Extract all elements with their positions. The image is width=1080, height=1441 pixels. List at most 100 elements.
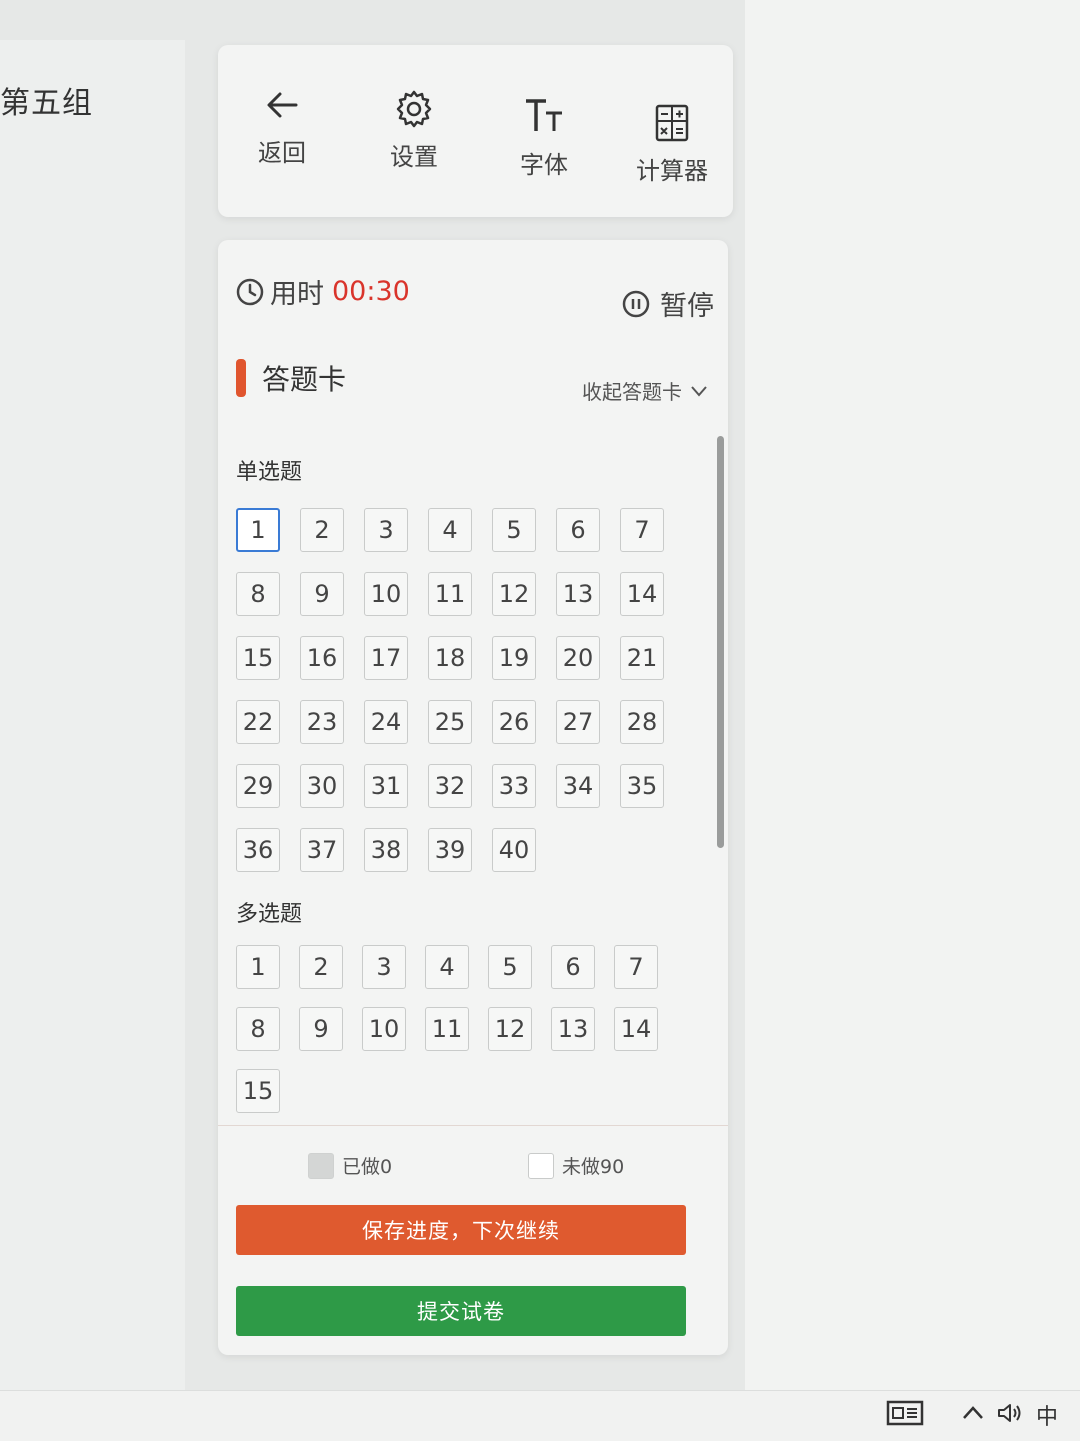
settings-label: 设置: [390, 143, 438, 171]
single-question-35-button[interactable]: 35: [620, 764, 664, 808]
single-question-1-button[interactable]: 1: [236, 508, 280, 552]
multi-question-10-button[interactable]: 10: [362, 1007, 406, 1051]
multi-question-8-button[interactable]: 8: [236, 1007, 280, 1051]
single-question-5-button[interactable]: 5: [492, 508, 536, 552]
timer-label: 用时: [270, 279, 324, 310]
legend-todo-label: 未做90: [562, 1156, 625, 1178]
single-question-21-button[interactable]: 21: [620, 636, 664, 680]
divider: [218, 1125, 728, 1126]
single-question-34-button[interactable]: 34: [556, 764, 600, 808]
multi-question-11-button[interactable]: 11: [425, 1007, 469, 1051]
chevron-down-icon: [691, 385, 707, 397]
font-label: 字体: [520, 151, 568, 179]
single-question-16-button[interactable]: 16: [300, 636, 344, 680]
single-question-37-button[interactable]: 37: [300, 828, 344, 872]
single-question-2-button[interactable]: 2: [300, 508, 344, 552]
single-question-26-button[interactable]: 26: [492, 700, 536, 744]
legend-todo-swatch: [528, 1152, 554, 1179]
single-question-38-button[interactable]: 38: [364, 828, 408, 872]
background-right-panel: [745, 0, 1080, 1390]
single-question-12-button[interactable]: 12: [492, 572, 536, 616]
title-accent-bar: [236, 359, 246, 397]
single-question-23-button[interactable]: 23: [300, 700, 344, 744]
single-question-10-button[interactable]: 10: [364, 572, 408, 616]
font-button[interactable]: 字体: [494, 95, 594, 180]
collapse-answer-sheet-button[interactable]: 收起答题卡: [582, 376, 708, 405]
input-panel-icon[interactable]: [886, 1399, 924, 1427]
gear-icon: [396, 90, 432, 128]
single-question-33-button[interactable]: 33: [492, 764, 536, 808]
calculator-button[interactable]: 计算器: [622, 101, 722, 186]
font-size-icon: [526, 99, 562, 131]
single-question-17-button[interactable]: 17: [364, 636, 408, 680]
single-question-25-button[interactable]: 25: [428, 700, 472, 744]
single-question-39-button[interactable]: 39: [428, 828, 472, 872]
single-question-4-button[interactable]: 4: [428, 508, 472, 552]
save-progress-button[interactable]: 保存进度，下次继续: [236, 1205, 686, 1255]
multi-question-5-button[interactable]: 5: [488, 945, 532, 989]
single-question-20-button[interactable]: 20: [556, 636, 600, 680]
clock-icon: [236, 278, 264, 305]
single-question-14-button[interactable]: 14: [620, 572, 664, 616]
taskbar: 中: [0, 1390, 1080, 1441]
single-question-8-button[interactable]: 8: [236, 572, 280, 616]
multi-question-7-button[interactable]: 7: [614, 945, 658, 989]
single-question-36-button[interactable]: 36: [236, 828, 280, 872]
multi-question-14-button[interactable]: 14: [614, 1007, 658, 1051]
back-button[interactable]: 返回: [232, 83, 332, 168]
group-title: 第五组: [0, 86, 93, 121]
legend-todo: 未做90: [528, 1152, 624, 1179]
single-question-7-button[interactable]: 7: [620, 508, 664, 552]
multi-question-15-button[interactable]: 15: [236, 1069, 280, 1113]
answer-card-panel: 用时 00:30 暂停 答题卡 收起答题卡 单选题 1 2 3 4 5 6 7 8 9 10 11 1…: [218, 240, 728, 1355]
pause-button[interactable]: 暂停: [622, 284, 714, 323]
single-question-31-button[interactable]: 31: [364, 764, 408, 808]
single-question-27-button[interactable]: 27: [556, 700, 600, 744]
scrollbar[interactable]: [717, 436, 724, 848]
multi-choice-label: 多选题: [236, 902, 303, 927]
single-question-24-button[interactable]: 24: [364, 700, 408, 744]
single-question-22-button[interactable]: 22: [236, 700, 280, 744]
pause-label: 暂停: [660, 291, 714, 322]
single-question-9-button[interactable]: 9: [300, 572, 344, 616]
collapse-label: 收起答题卡: [582, 380, 682, 404]
calculator-label: 计算器: [636, 157, 708, 185]
multi-question-13-button[interactable]: 13: [551, 1007, 595, 1051]
multi-question-3-button[interactable]: 3: [362, 945, 406, 989]
timer: 用时 00:30: [236, 272, 410, 311]
single-question-18-button[interactable]: 18: [428, 636, 472, 680]
legend-done-swatch: [308, 1152, 334, 1179]
multi-question-4-button[interactable]: 4: [425, 945, 469, 989]
single-question-15-button[interactable]: 15: [236, 636, 280, 680]
single-question-19-button[interactable]: 19: [492, 636, 536, 680]
single-question-30-button[interactable]: 30: [300, 764, 344, 808]
multi-question-9-button[interactable]: 9: [299, 1007, 343, 1051]
single-question-13-button[interactable]: 13: [556, 572, 600, 616]
single-question-29-button[interactable]: 29: [236, 764, 280, 808]
settings-button[interactable]: 设置: [364, 87, 464, 172]
answer-sheet-title-text: 答题卡: [262, 363, 347, 396]
timer-value: 00:30: [332, 276, 410, 307]
single-question-32-button[interactable]: 32: [428, 764, 472, 808]
single-question-28-button[interactable]: 28: [620, 700, 664, 744]
single-question-11-button[interactable]: 11: [428, 572, 472, 616]
multi-question-6-button[interactable]: 6: [551, 945, 595, 989]
legend-done: 已做0: [308, 1152, 392, 1179]
submit-exam-button[interactable]: 提交试卷: [236, 1286, 686, 1336]
multi-question-2-button[interactable]: 2: [299, 945, 343, 989]
answer-sheet-title: 答题卡: [236, 358, 346, 398]
single-choice-label: 单选题: [236, 460, 303, 485]
single-question-3-button[interactable]: 3: [364, 508, 408, 552]
ime-indicator[interactable]: 中: [1036, 1399, 1058, 1431]
chevron-up-icon[interactable]: [962, 1405, 984, 1421]
multi-question-1-button[interactable]: 1: [236, 945, 280, 989]
legend-done-label: 已做0: [342, 1156, 393, 1178]
multi-question-12-button[interactable]: 12: [488, 1007, 532, 1051]
pause-icon: [622, 290, 650, 317]
volume-icon[interactable]: [996, 1401, 1022, 1425]
single-question-40-button[interactable]: 40: [492, 828, 536, 872]
back-label: 返回: [258, 139, 306, 167]
toolbar: 返回 设置 字体 计算器: [218, 45, 733, 217]
single-question-6-button[interactable]: 6: [556, 508, 600, 552]
calculator-icon: [655, 104, 689, 142]
